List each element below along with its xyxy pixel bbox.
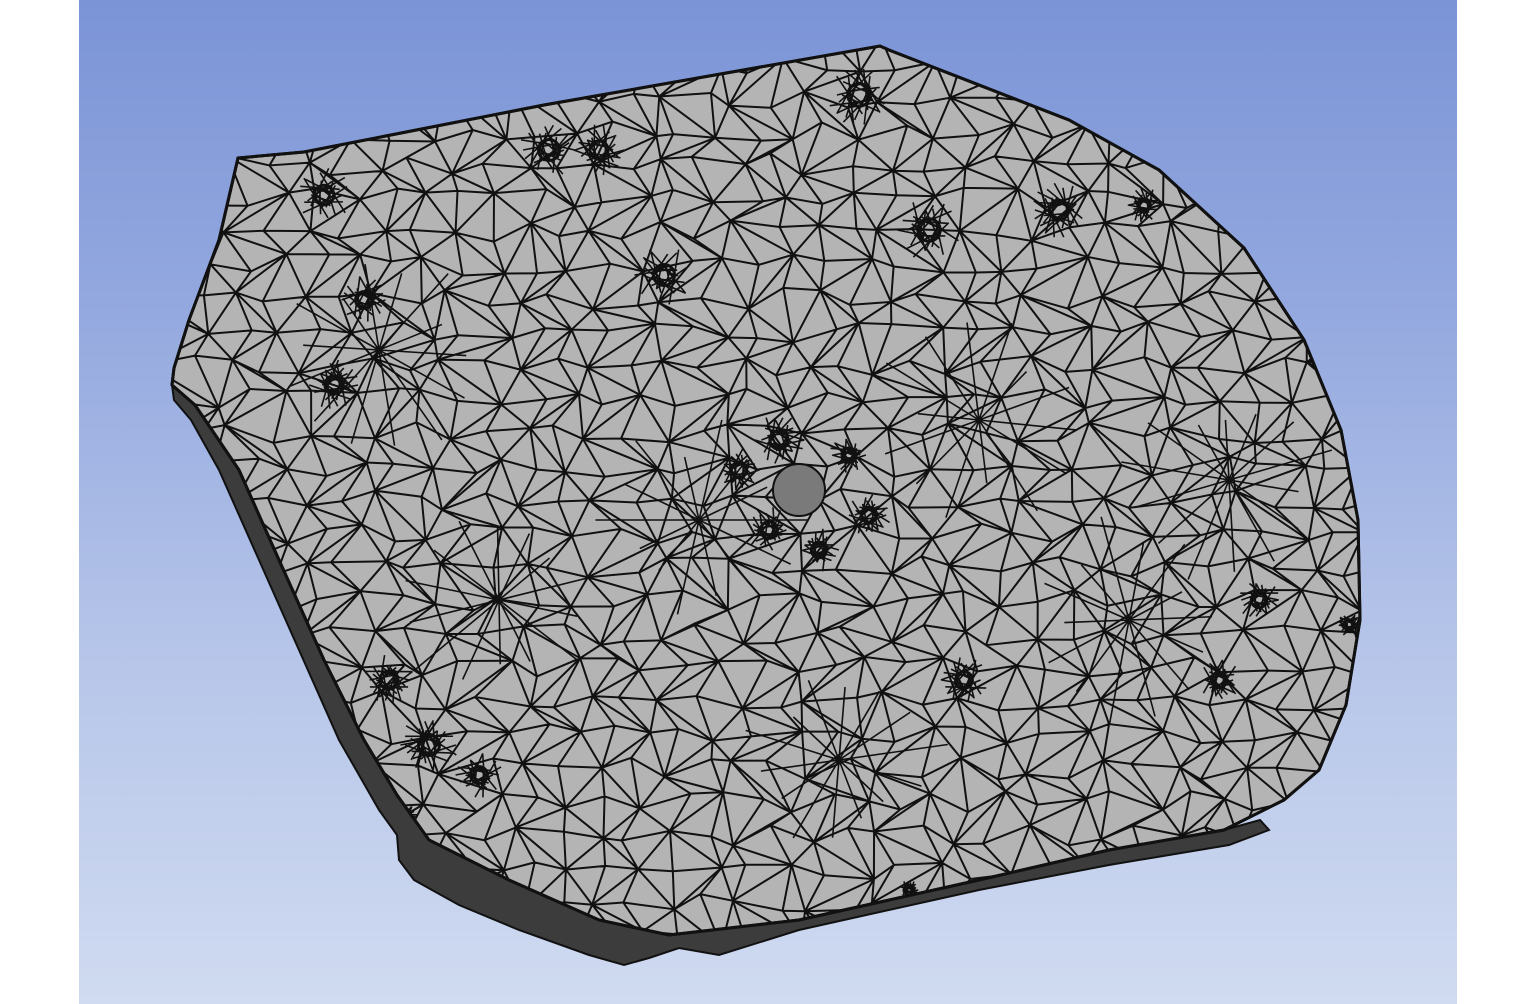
- left-margin: [0, 0, 79, 1004]
- right-margin: [1457, 0, 1535, 1004]
- center-boss: [772, 463, 826, 517]
- mesh-model[interactable]: [79, 0, 1457, 1004]
- plate-top-face: [170, 44, 1362, 937]
- graphics-viewport[interactable]: [79, 0, 1457, 1004]
